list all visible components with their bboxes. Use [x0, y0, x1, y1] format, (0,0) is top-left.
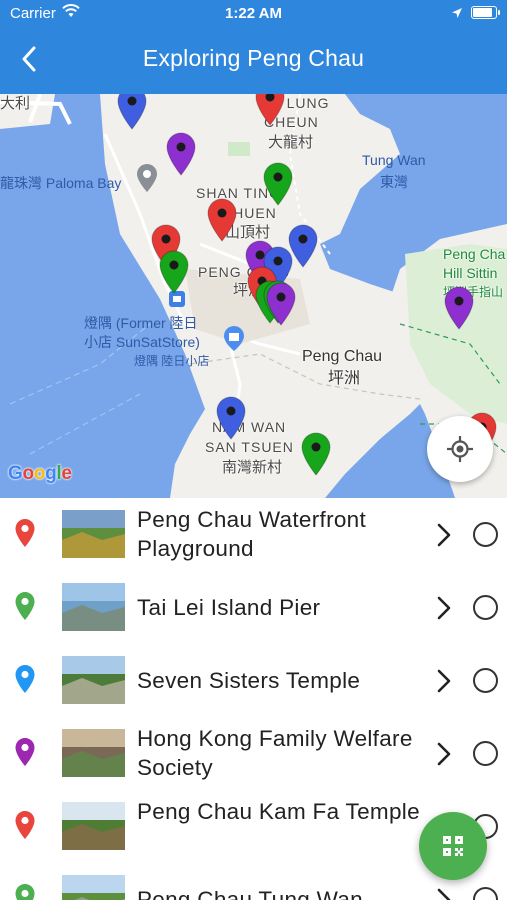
map-marker-icon	[255, 94, 285, 126]
google-logo-letter: e	[61, 463, 72, 484]
map-label-tung-wan-zh: 東灣	[380, 174, 408, 190]
place-title: Peng Chau Waterfront Playground	[137, 507, 367, 561]
battery-icon	[471, 6, 500, 19]
map-view[interactable]: 大利 TAI LUNG CHEUN 大龍村 Tung Wan 東灣 龍珠灣 Pa…	[0, 94, 507, 498]
chevron-right-icon[interactable]	[432, 887, 456, 900]
page-title: Exploring Peng Chau	[142, 45, 365, 71]
qr-code-icon	[443, 836, 463, 856]
map-pin-icon	[15, 738, 35, 766]
map-marker-icon	[166, 132, 196, 176]
title-bar: Exploring Peng Chau	[0, 30, 507, 90]
chevron-right-icon[interactable]	[432, 668, 456, 694]
place-title: Seven Sisters Temple	[137, 668, 361, 693]
map-marker[interactable]	[262, 162, 294, 206]
place-thumbnail	[62, 656, 125, 704]
list-item[interactable]: Peng Chau Waterfront Playground	[0, 498, 507, 571]
google-logo-letter: o	[22, 463, 34, 484]
shopping-bag-icon	[223, 326, 245, 356]
map-marker[interactable]	[254, 94, 286, 126]
map-marker-icon	[263, 162, 293, 206]
my-location-icon	[447, 436, 473, 462]
map-label-former-store-2: 小店 SunSatStore)	[84, 334, 200, 350]
place-thumbnail	[62, 583, 125, 631]
poi-marker-icon	[135, 164, 159, 198]
place-thumbnail	[62, 802, 125, 850]
map-marker[interactable]	[265, 282, 297, 326]
qr-scan-button[interactable]	[419, 812, 487, 880]
map-pin-icon	[15, 592, 35, 620]
map-label-peng-chau: Peng Chau	[302, 348, 383, 365]
map-label-peng-chau-zh: 坪洲	[328, 370, 361, 387]
app-header: Carrier 1:22 AM Exploring Peng Chau	[0, 0, 507, 94]
map-pin-icon	[15, 884, 35, 900]
map-marker[interactable]	[215, 396, 247, 440]
map-marker-icon	[216, 396, 246, 440]
location-arrow-icon	[451, 6, 463, 23]
map-marker[interactable]	[206, 198, 238, 242]
battery-fill	[473, 8, 493, 17]
map-marker-icon	[207, 198, 237, 242]
map-marker-icon	[159, 250, 189, 294]
chevron-right-icon[interactable]	[432, 741, 456, 767]
place-title: Tai Lei Island Pier	[137, 595, 321, 620]
chevron-right-icon[interactable]	[432, 522, 456, 548]
map-label-tai-lei: 大利	[0, 95, 31, 112]
chevron-right-icon[interactable]	[432, 595, 456, 621]
map-marker-icon	[301, 432, 331, 476]
visited-radio[interactable]	[473, 741, 498, 766]
place-thumbnail	[62, 510, 125, 558]
map-marker-icon	[266, 282, 296, 326]
visited-radio[interactable]	[473, 887, 498, 900]
map-label-tung-wan: Tung Wan	[362, 152, 426, 168]
place-thumbnail	[62, 875, 125, 900]
place-title: Hong Kong Family Welfare Society	[137, 726, 413, 780]
google-logo-letter: G	[8, 463, 23, 484]
list-item[interactable]: Tai Lei Island Pier	[0, 571, 507, 644]
map-marker[interactable]	[165, 132, 197, 176]
map-marker[interactable]	[116, 94, 148, 130]
google-logo-letter: o	[33, 463, 46, 484]
list-item[interactable]: Hong Kong Family Welfare Society	[0, 717, 507, 790]
map-pin-icon	[15, 811, 35, 839]
map-marker[interactable]	[300, 432, 332, 476]
map-label-hill-2: Hill Sittin	[443, 265, 498, 281]
status-bar: Carrier 1:22 AM	[0, 0, 507, 28]
map-label-paloma-bay: 龍珠灣 Paloma Bay	[0, 175, 122, 191]
map-pin-icon	[15, 665, 35, 693]
map-marker-icon	[117, 94, 147, 130]
map-marker[interactable]	[158, 250, 190, 294]
map-label-nam-wan-zh: 南灣新村	[222, 459, 283, 476]
map-label-tai-lung-zh: 大龍村	[268, 134, 314, 151]
map-marker[interactable]	[443, 286, 475, 330]
place-title: Peng Chau Tung Wan	[137, 887, 363, 900]
map-label-hill-1: Peng Cha	[443, 246, 506, 262]
map-label-former-store-1: 燈隅 (Former 陸日	[84, 315, 198, 331]
visited-radio[interactable]	[473, 595, 498, 620]
map-label-nam-wan-2: SAN TSUEN	[205, 439, 294, 455]
place-title: Peng Chau Kam Fa Temple	[137, 799, 420, 824]
map-label-former-store-3: 燈隅 陸日小店	[134, 354, 210, 368]
place-thumbnail	[62, 729, 125, 777]
list-item[interactable]: Seven Sisters Temple	[0, 644, 507, 717]
visited-radio[interactable]	[473, 522, 498, 547]
google-logo: Google	[8, 463, 72, 485]
status-time: 1:22 AM	[225, 5, 282, 22]
map-marker-icon	[444, 286, 474, 330]
my-location-button[interactable]	[427, 416, 493, 482]
visited-radio[interactable]	[473, 668, 498, 693]
google-logo-letter: g	[45, 463, 57, 484]
map-pin-icon	[15, 519, 35, 547]
